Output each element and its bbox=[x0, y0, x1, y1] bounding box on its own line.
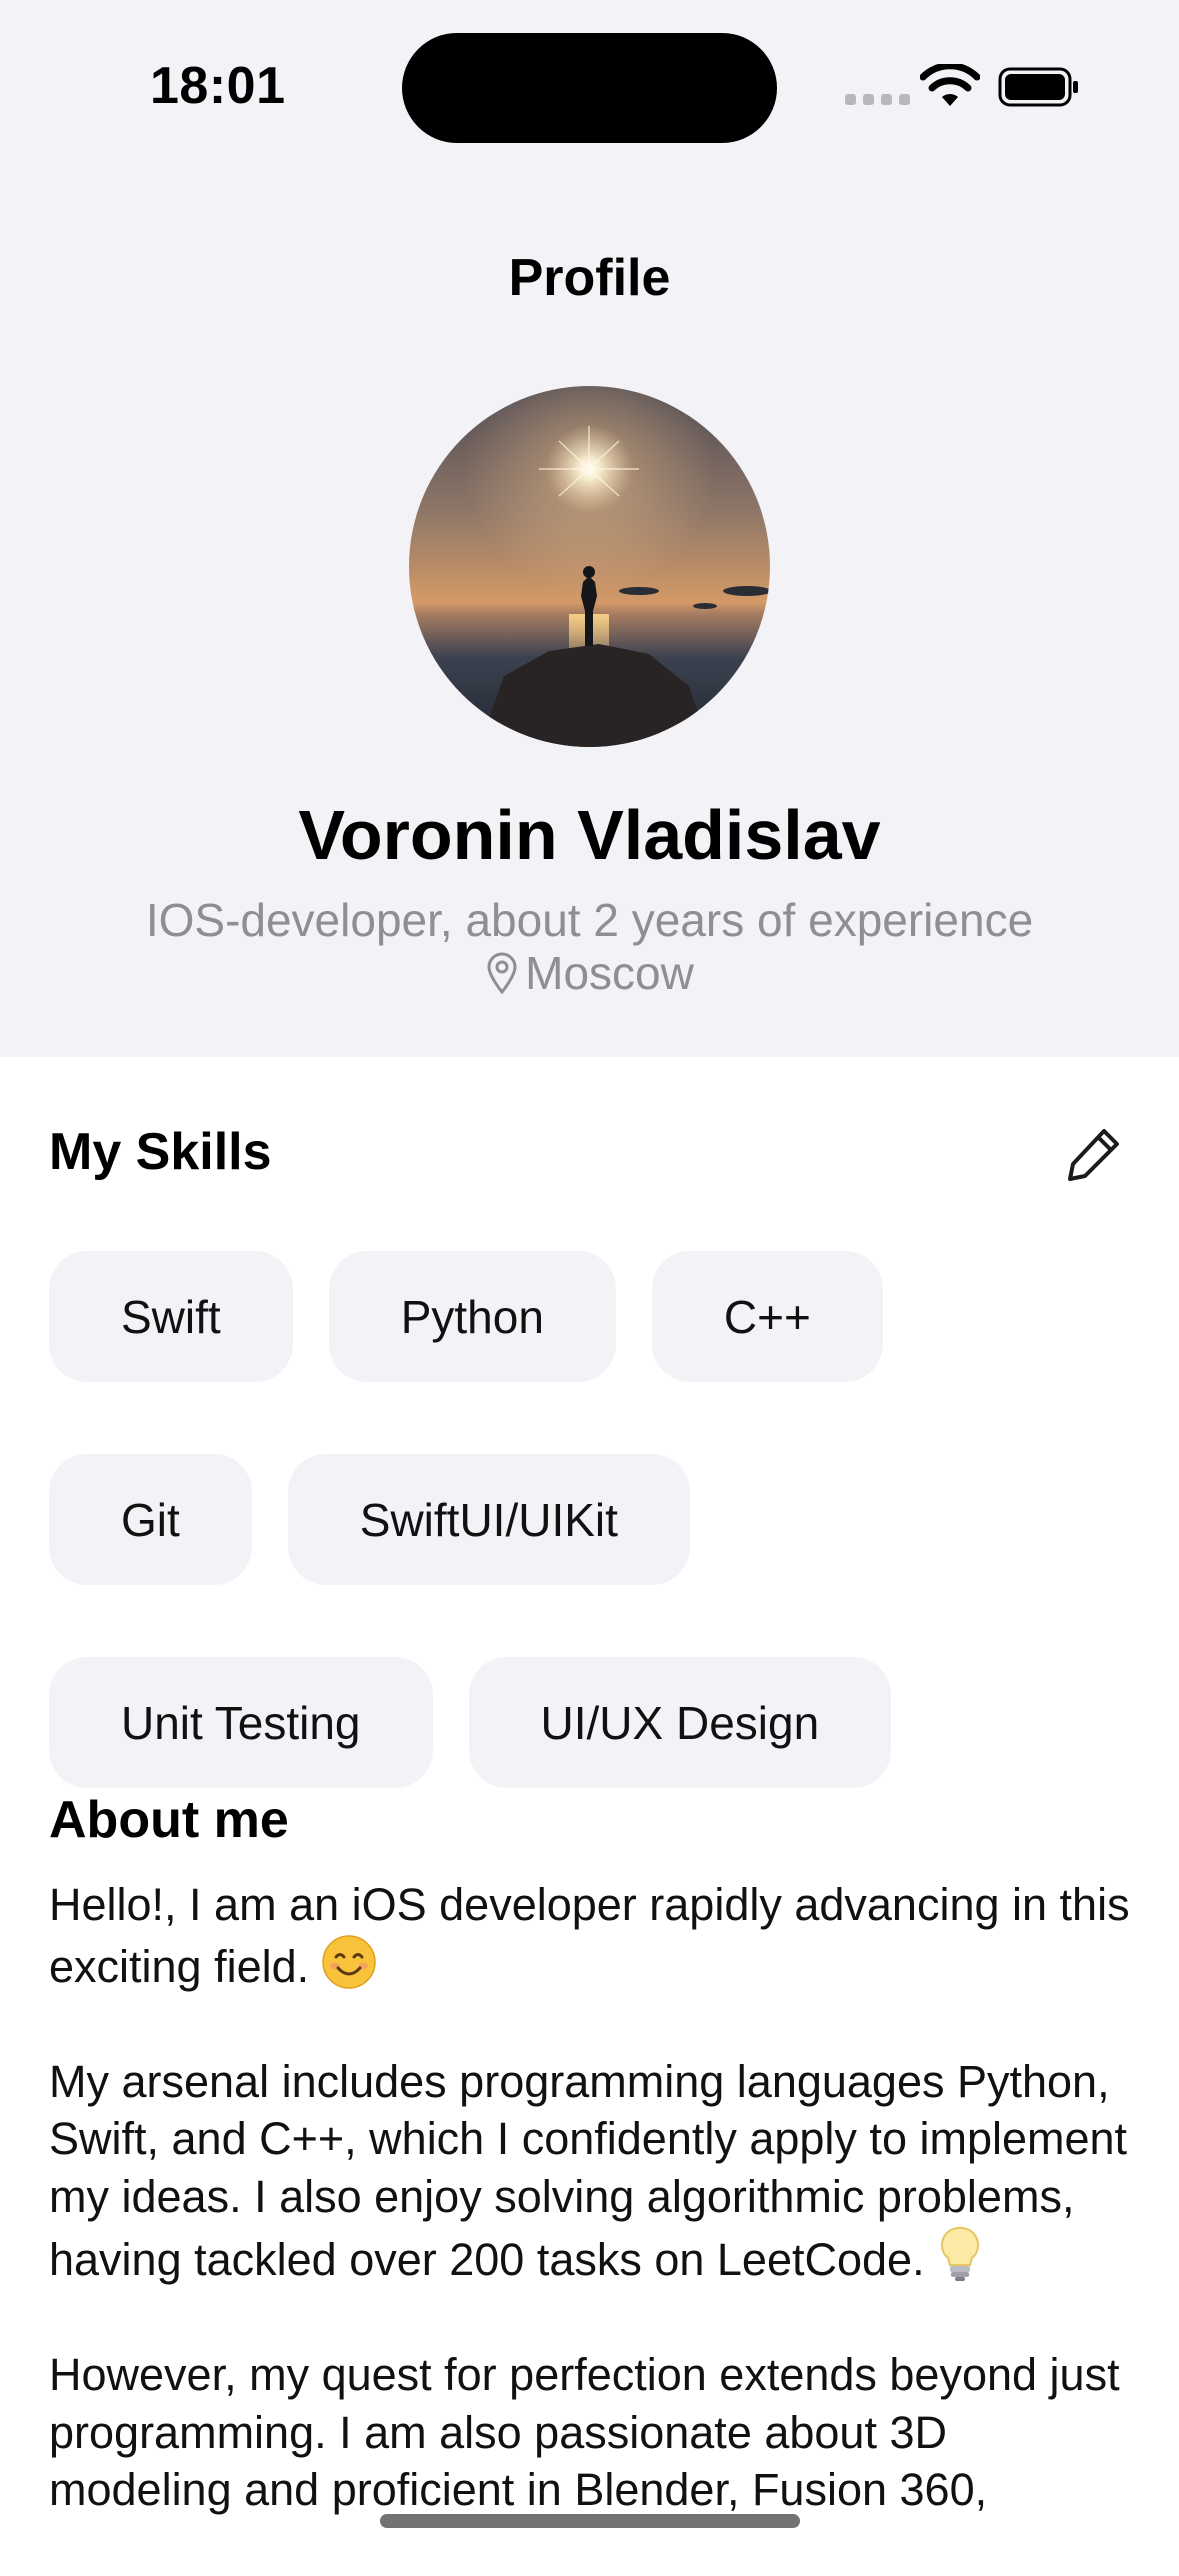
skill-chip[interactable]: Python bbox=[328, 1251, 616, 1382]
dynamic-island bbox=[402, 33, 777, 143]
home-indicator[interactable] bbox=[380, 2514, 800, 2528]
page-title: Profile bbox=[508, 249, 671, 307]
skill-chip[interactable]: UI/UX Design bbox=[468, 1657, 892, 1788]
skill-chip[interactable]: C++ bbox=[651, 1251, 883, 1382]
light-bulb-emoji bbox=[940, 2226, 979, 2281]
about-paragraph: Hello!, I am an iOS developer rapidly ad… bbox=[49, 1879, 1130, 1992]
skill-chip[interactable]: Swift bbox=[49, 1251, 293, 1382]
map-pin-icon bbox=[487, 952, 517, 994]
skill-chip[interactable]: Git bbox=[49, 1454, 252, 1585]
about-paragraph: My arsenal includes programming language… bbox=[49, 2055, 1128, 2286]
profile-location: Moscow bbox=[0, 946, 1179, 1000]
profile-name: Voronin Vladislav bbox=[298, 796, 881, 874]
battery-icon bbox=[998, 67, 1078, 107]
pencil-icon[interactable] bbox=[1064, 1124, 1124, 1184]
about-title: About me bbox=[49, 1791, 289, 1849]
about-paragraph: However, my quest for perfection extends… bbox=[49, 2349, 1120, 2515]
cellular-signal-icon bbox=[845, 94, 910, 105]
skill-chip[interactable]: Unit Testing bbox=[49, 1657, 433, 1788]
smiling-face-emoji bbox=[322, 1934, 376, 1989]
profile-subtitle: IOS-developer, about 2 years of experien… bbox=[145, 894, 1034, 946]
avatar[interactable] bbox=[409, 386, 770, 747]
skill-chip[interactable]: SwiftUI/UIKit bbox=[287, 1454, 690, 1585]
status-time: 18:01 bbox=[150, 57, 286, 115]
location-label: Moscow bbox=[525, 947, 694, 999]
about-text: Hello!, I am an iOS developer rapidly ad… bbox=[49, 1876, 1139, 2576]
wifi-icon bbox=[920, 64, 980, 106]
skills-title: My Skills bbox=[49, 1123, 272, 1181]
skills-list: Swift Python C++ Git SwiftUI/UIKit Unit … bbox=[49, 1251, 1139, 1788]
